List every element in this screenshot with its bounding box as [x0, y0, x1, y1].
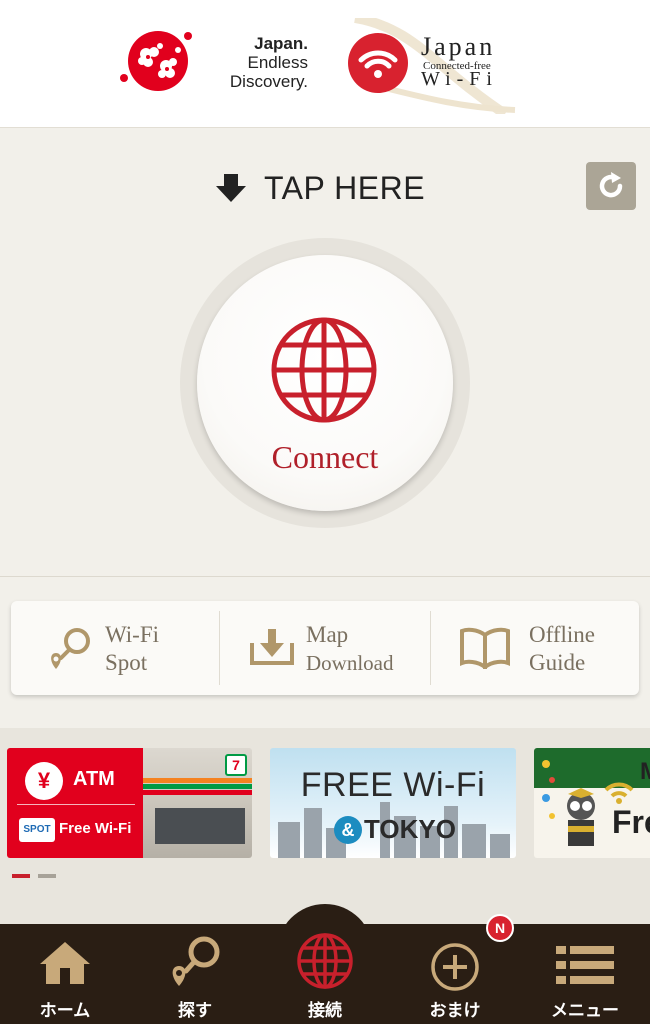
- tokyo-label: TOKYO: [364, 814, 456, 844]
- banner-7eleven[interactable]: ¥ ATM SPOT Free Wi-Fi 7: [7, 748, 252, 858]
- plus-icon: [431, 943, 479, 991]
- map-download-button[interactable]: Map Download: [220, 601, 430, 695]
- jwifi-line3: Wi-Fi: [421, 68, 498, 90]
- japan-endless-discovery-logo: Japan. Endless Discovery.: [118, 28, 308, 98]
- jed-line3: Discovery.: [229, 72, 308, 91]
- header: Japan. Endless Discovery. Japan Connecte…: [0, 0, 650, 128]
- search-icon: [172, 936, 220, 986]
- tab-search[interactable]: 探す: [140, 926, 250, 1024]
- offline-guide-line2: Guide: [529, 650, 586, 675]
- refresh-button[interactable]: [586, 162, 636, 210]
- download-icon: [250, 629, 294, 665]
- new-badge: N: [486, 914, 514, 942]
- banner-partial[interactable]: M Fre: [534, 748, 650, 858]
- quick-menu-card: Wi-Fi Spot Map Download Offline Guide: [11, 601, 639, 695]
- tab-connect-label: 接続: [308, 1001, 342, 1020]
- pager-dot-active[interactable]: [12, 874, 30, 878]
- tab-home-label: ホーム: [39, 1001, 91, 1020]
- tap-here-row: TAP HERE: [0, 166, 650, 210]
- free-wifi-label: Free Wi-Fi: [59, 820, 132, 837]
- spot-label: SPOT: [19, 818, 55, 842]
- wifi-logo-icon: [348, 33, 408, 93]
- banner-line: [17, 804, 135, 805]
- tab-menu-label: メニュー: [551, 1001, 619, 1020]
- jwifi-line1: Japan: [421, 32, 496, 61]
- connect-label: Connect: [271, 439, 379, 475]
- tab-menu[interactable]: メニュー: [530, 926, 640, 1024]
- globe-icon: [297, 933, 353, 989]
- tab-connect[interactable]: 接続: [270, 926, 380, 1024]
- divider: [0, 576, 650, 577]
- sakura-logo-icon: [120, 31, 192, 91]
- connect-button[interactable]: Connect: [197, 255, 453, 511]
- banner-carousel: ¥ ATM SPOT Free Wi-Fi 7 FREE Wi-Fi & TOK…: [0, 728, 650, 924]
- jed-line2: Endless: [247, 53, 308, 72]
- map-download-line2: Download: [306, 651, 394, 675]
- yen-icon: ¥: [25, 762, 63, 800]
- refresh-icon: [599, 172, 623, 198]
- partial-top-text: M: [640, 758, 650, 786]
- banner-free-wifi-tokyo[interactable]: FREE Wi-Fi & TOKYO: [270, 748, 516, 858]
- dots-decoration-icon: [542, 760, 555, 819]
- wifi-signal-icon: [604, 782, 634, 804]
- store-windows: [155, 808, 245, 844]
- tab-extras-label: おまけ: [429, 1001, 481, 1020]
- seven-eleven-logo: 7: [225, 754, 247, 776]
- globe-icon: [271, 317, 377, 423]
- free-wifi-title: FREE Wi-Fi: [300, 766, 486, 804]
- wifi-spot-button[interactable]: Wi-Fi Spot: [11, 601, 219, 695]
- menu-icon: [556, 946, 614, 984]
- japan-connected-free-wifi-logo: Japan Connected-free Wi-Fi: [345, 18, 525, 114]
- atm-label: ATM: [73, 768, 115, 790]
- pager-dot[interactable]: [38, 874, 56, 878]
- store-stripe-orange: [143, 778, 252, 783]
- ampersand-badge: &: [334, 816, 362, 844]
- map-download-line1: Map: [306, 622, 349, 647]
- tap-here-label: TAP HERE: [264, 170, 426, 206]
- store-stripe-red: [143, 790, 252, 795]
- arrow-down-icon: [216, 174, 246, 202]
- tab-search-label: 探す: [178, 1001, 212, 1020]
- offline-guide-line1: Offline: [529, 622, 596, 647]
- location-search-icon: [51, 628, 90, 669]
- jed-line1: Japan.: [254, 34, 308, 53]
- wifi-spot-line1: Wi-Fi: [105, 622, 160, 647]
- mascot-icon: [567, 788, 595, 846]
- tab-home[interactable]: ホーム: [10, 926, 120, 1024]
- offline-guide-button[interactable]: Offline Guide: [431, 601, 639, 695]
- store-stripe-green: [143, 784, 252, 789]
- partial-bottom-text: Fre: [612, 804, 650, 840]
- book-icon: [460, 627, 510, 669]
- home-icon: [40, 942, 90, 984]
- wifi-spot-line2: Spot: [105, 650, 148, 675]
